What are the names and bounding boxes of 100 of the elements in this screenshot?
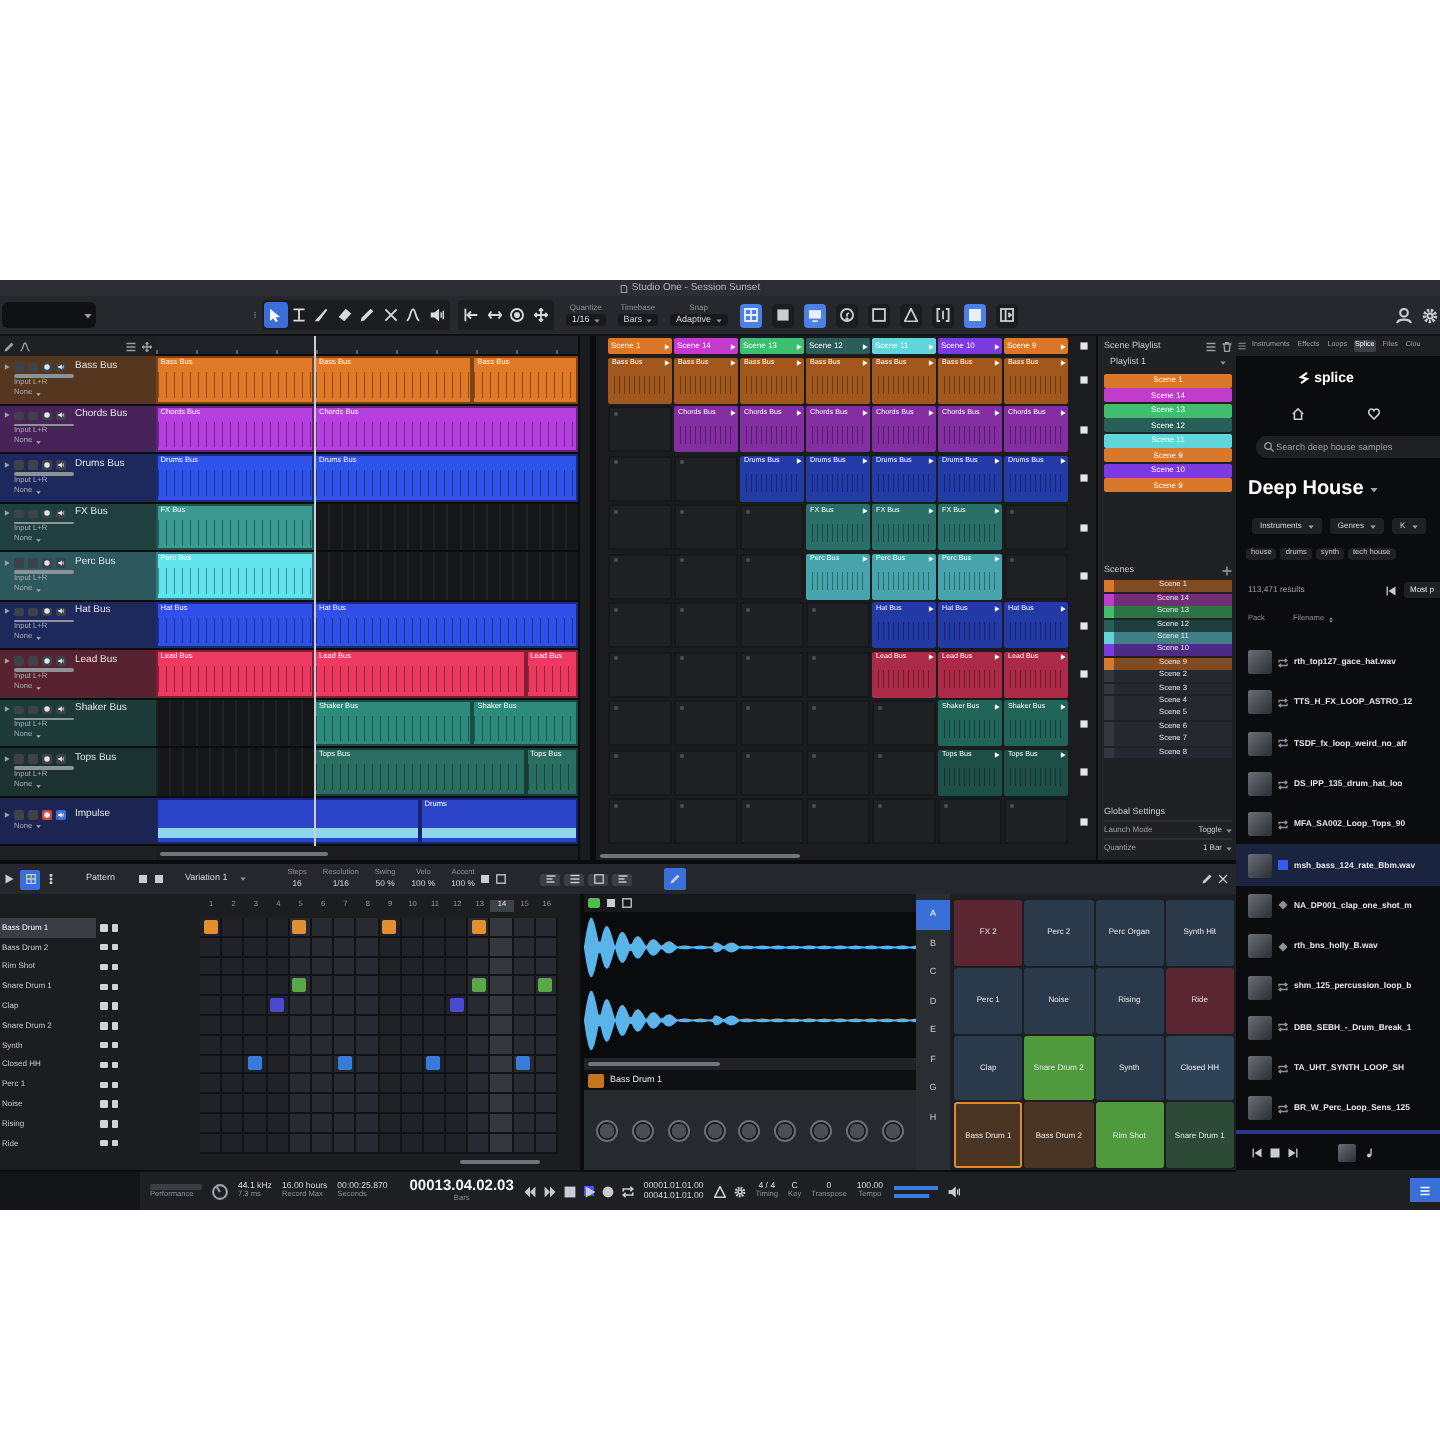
dropdown-field[interactable] <box>2 302 96 328</box>
knob-control[interactable] <box>596 1119 619 1141</box>
toggle-button[interactable] <box>963 303 986 327</box>
menu-button[interactable] <box>46 874 56 884</box>
track-stop-button[interactable] <box>1080 768 1088 777</box>
solo-toggle[interactable] <box>111 963 118 971</box>
tool-button[interactable] <box>529 302 552 328</box>
track-stop-button[interactable] <box>1080 572 1088 581</box>
monitor-button[interactable] <box>55 509 66 518</box>
stop-all-button[interactable] <box>1080 342 1088 350</box>
solo-toggle[interactable] <box>111 1061 118 1069</box>
solo-toggle[interactable] <box>111 1081 118 1089</box>
account-button[interactable] <box>1396 307 1412 323</box>
mute-toggle[interactable] <box>100 1120 107 1128</box>
mute-toggle[interactable] <box>100 1041 107 1049</box>
record-arm-button[interactable] <box>41 705 52 714</box>
play-button[interactable] <box>583 1185 594 1195</box>
solo-toggle[interactable] <box>111 1041 118 1049</box>
pattern-button[interactable] <box>20 869 40 889</box>
list-button[interactable] <box>1206 341 1216 351</box>
mute-toggle[interactable] <box>100 1139 107 1147</box>
mute-toggle[interactable] <box>100 983 107 991</box>
toggle-button[interactable] <box>899 303 922 327</box>
mute-toggle[interactable] <box>100 943 107 951</box>
knob-control[interactable] <box>667 1119 690 1141</box>
monitor-button[interactable] <box>55 411 66 420</box>
pencil-button[interactable] <box>1202 874 1212 884</box>
track-stop-button[interactable] <box>1080 474 1088 483</box>
track-stop-button[interactable] <box>1080 670 1088 679</box>
close-button[interactable] <box>1218 874 1228 884</box>
paste-button[interactable] <box>153 874 164 884</box>
solo-toggle[interactable] <box>111 1022 118 1030</box>
mute-toggle[interactable] <box>100 1100 107 1108</box>
mute-toggle[interactable] <box>100 924 107 932</box>
track-stop-button[interactable] <box>1080 817 1088 826</box>
solo-toggle[interactable] <box>111 1120 118 1128</box>
genre-heading[interactable]: Deep House <box>1248 480 1364 500</box>
record-arm-button[interactable] <box>41 607 52 616</box>
option-button[interactable] <box>606 898 616 908</box>
tool-button[interactable] <box>287 302 310 328</box>
scrollbar-thumb[interactable] <box>460 1159 540 1164</box>
scrollbar-thumb[interactable] <box>600 853 800 857</box>
record-arm-button[interactable] <box>41 810 52 820</box>
toggle-button[interactable] <box>867 303 890 327</box>
mute-toggle[interactable] <box>100 1022 107 1030</box>
step-button[interactable] <box>535 976 558 997</box>
track-stop-button[interactable] <box>1080 719 1088 728</box>
knob-control[interactable] <box>774 1119 797 1141</box>
loop-button[interactable] <box>621 1185 634 1197</box>
track-stop-button[interactable] <box>1080 523 1088 532</box>
tool-button[interactable] <box>125 341 136 351</box>
option-button[interactable] <box>622 898 632 908</box>
record-arm-button[interactable] <box>41 411 52 420</box>
mute-toggle[interactable] <box>100 963 107 971</box>
tool-button[interactable] <box>141 341 152 351</box>
home-button[interactable] <box>1292 407 1304 419</box>
option-button[interactable] <box>480 874 491 884</box>
forward-button[interactable] <box>543 1185 556 1197</box>
mute-toggle[interactable] <box>100 1002 107 1010</box>
track-stop-button[interactable] <box>1080 621 1088 630</box>
tool-button[interactable] <box>506 302 529 328</box>
mute-toggle[interactable] <box>100 1061 107 1069</box>
rewind-button[interactable] <box>523 1185 536 1197</box>
knob-control[interactable] <box>881 1119 903 1141</box>
delete-button[interactable] <box>1222 341 1232 351</box>
knob-control[interactable] <box>809 1119 832 1141</box>
monitor-button[interactable] <box>55 558 66 567</box>
play-all-button[interactable] <box>1385 585 1396 595</box>
likes-button[interactable] <box>1368 407 1380 419</box>
view-button[interactable] <box>564 873 585 885</box>
expand-button[interactable] <box>4 874 14 884</box>
metronome-button[interactable] <box>713 1185 726 1197</box>
solo-toggle[interactable] <box>111 943 118 951</box>
toggle-button[interactable] <box>931 303 954 327</box>
record-arm-button[interactable] <box>41 509 52 518</box>
add-button[interactable] <box>1222 565 1232 576</box>
solo-toggle[interactable] <box>111 924 118 932</box>
record-arm-button[interactable] <box>41 460 52 469</box>
solo-toggle[interactable] <box>111 983 118 991</box>
step-button[interactable] <box>468 918 491 938</box>
monitor-button[interactable] <box>55 460 66 469</box>
edit-button[interactable] <box>664 868 687 890</box>
monitor-button[interactable] <box>55 754 66 763</box>
record-arm-button[interactable] <box>41 656 52 665</box>
toggle-button[interactable] <box>995 303 1018 327</box>
mute-toggle[interactable] <box>100 1081 107 1089</box>
scrollbar-thumb[interactable] <box>159 851 329 855</box>
power-toggle[interactable] <box>588 898 600 908</box>
knob-control[interactable] <box>632 1119 655 1141</box>
view-button[interactable] <box>540 873 561 885</box>
settings-button[interactable] <box>1422 307 1438 323</box>
tool-button[interactable] <box>264 302 287 328</box>
step-button[interactable] <box>379 918 402 938</box>
note-button[interactable] <box>1364 1147 1374 1157</box>
stop-button[interactable] <box>563 1185 576 1197</box>
knob-control[interactable] <box>703 1119 726 1141</box>
next-button[interactable] <box>1288 1147 1298 1157</box>
track-stop-button[interactable] <box>1080 376 1088 385</box>
track-stop-button[interactable] <box>1080 425 1088 434</box>
tool-button[interactable] <box>4 341 14 351</box>
